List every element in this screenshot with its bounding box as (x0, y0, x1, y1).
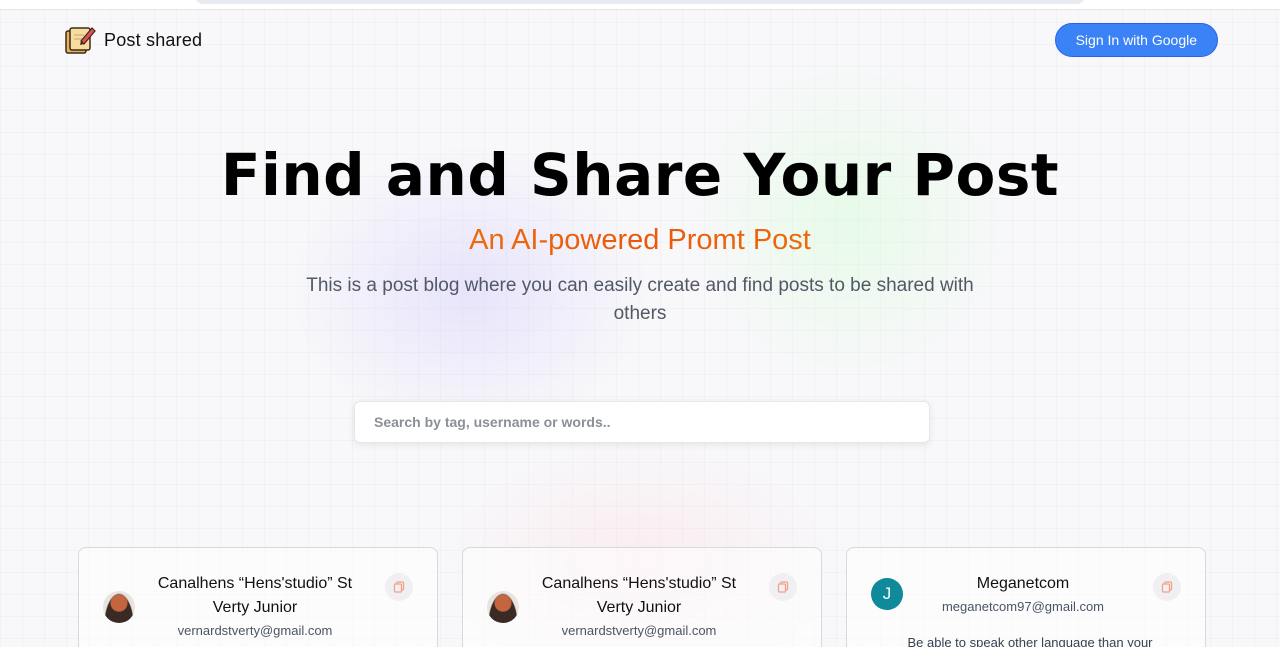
card-username-line2: Verty Junior (596, 599, 682, 616)
user-avatar[interactable]: J (871, 578, 903, 610)
card-email: vernardstverty@gmail.com (177, 623, 333, 638)
card-user-info: Canalhens “Hens'studio” St Verty Junior … (145, 572, 365, 641)
notebook-pen-icon (65, 27, 96, 54)
post-card[interactable]: Canalhens “Hens'studio” St Verty Junior … (462, 547, 822, 647)
search-input[interactable] (354, 401, 930, 443)
card-email: meganetcom97@gmail.com (941, 599, 1105, 614)
card-username: Canalhens “Hens'studio” St Verty Junior (145, 572, 365, 620)
card-email: vernardstverty@gmail.com (561, 623, 717, 638)
post-text: Be able to speak other language than you… (907, 635, 1153, 647)
browser-address-pill (195, 0, 1085, 4)
card-username: Meganetcom (976, 575, 1070, 592)
card-username-line1: Canalhens “Hens'studio” St (157, 575, 353, 592)
hero-subtitle: An AI-powered Promt Post (0, 220, 1280, 260)
card-username-line2: Verty Junior (212, 599, 298, 616)
card-user-info: Canalhens “Hens'studio” St Verty Junior … (529, 572, 749, 641)
sign-in-google-button[interactable]: Sign In with Google (1054, 23, 1218, 57)
search-form (354, 401, 930, 443)
copy-icon (1161, 581, 1173, 593)
brand[interactable]: Post shared (64, 25, 202, 55)
post-card[interactable]: Canalhens “Hens'studio” St Verty Junior … (78, 547, 438, 647)
post-card[interactable]: J Meganetcom meganetcom97@gmail.com Be a… (846, 547, 1206, 647)
card-username-line1: Canalhens “Hens'studio” St (541, 575, 737, 592)
browser-top-bar (0, 0, 1280, 10)
copy-icon (777, 581, 789, 593)
hero-title: Find and Share Your Post (220, 141, 1060, 209)
user-avatar[interactable] (487, 591, 519, 623)
top-nav: Post shared Sign In with Google (64, 22, 1218, 58)
post-feed: Canalhens “Hens'studio” St Verty Junior … (78, 547, 1206, 647)
copy-button[interactable] (1153, 573, 1181, 601)
card-username: Canalhens “Hens'studio” St Verty Junior (529, 572, 749, 620)
copy-icon (393, 581, 405, 593)
copy-button[interactable] (385, 573, 413, 601)
hero-description: This is a post blog where you can easily… (306, 275, 974, 324)
brand-name: Post shared (104, 29, 203, 50)
card-user-info: Meganetcom meganetcom97@gmail.com (913, 572, 1133, 617)
copy-button[interactable] (769, 573, 797, 601)
user-avatar[interactable] (103, 591, 135, 623)
hero: Find and Share Your Post An AI-powered P… (0, 140, 1280, 328)
